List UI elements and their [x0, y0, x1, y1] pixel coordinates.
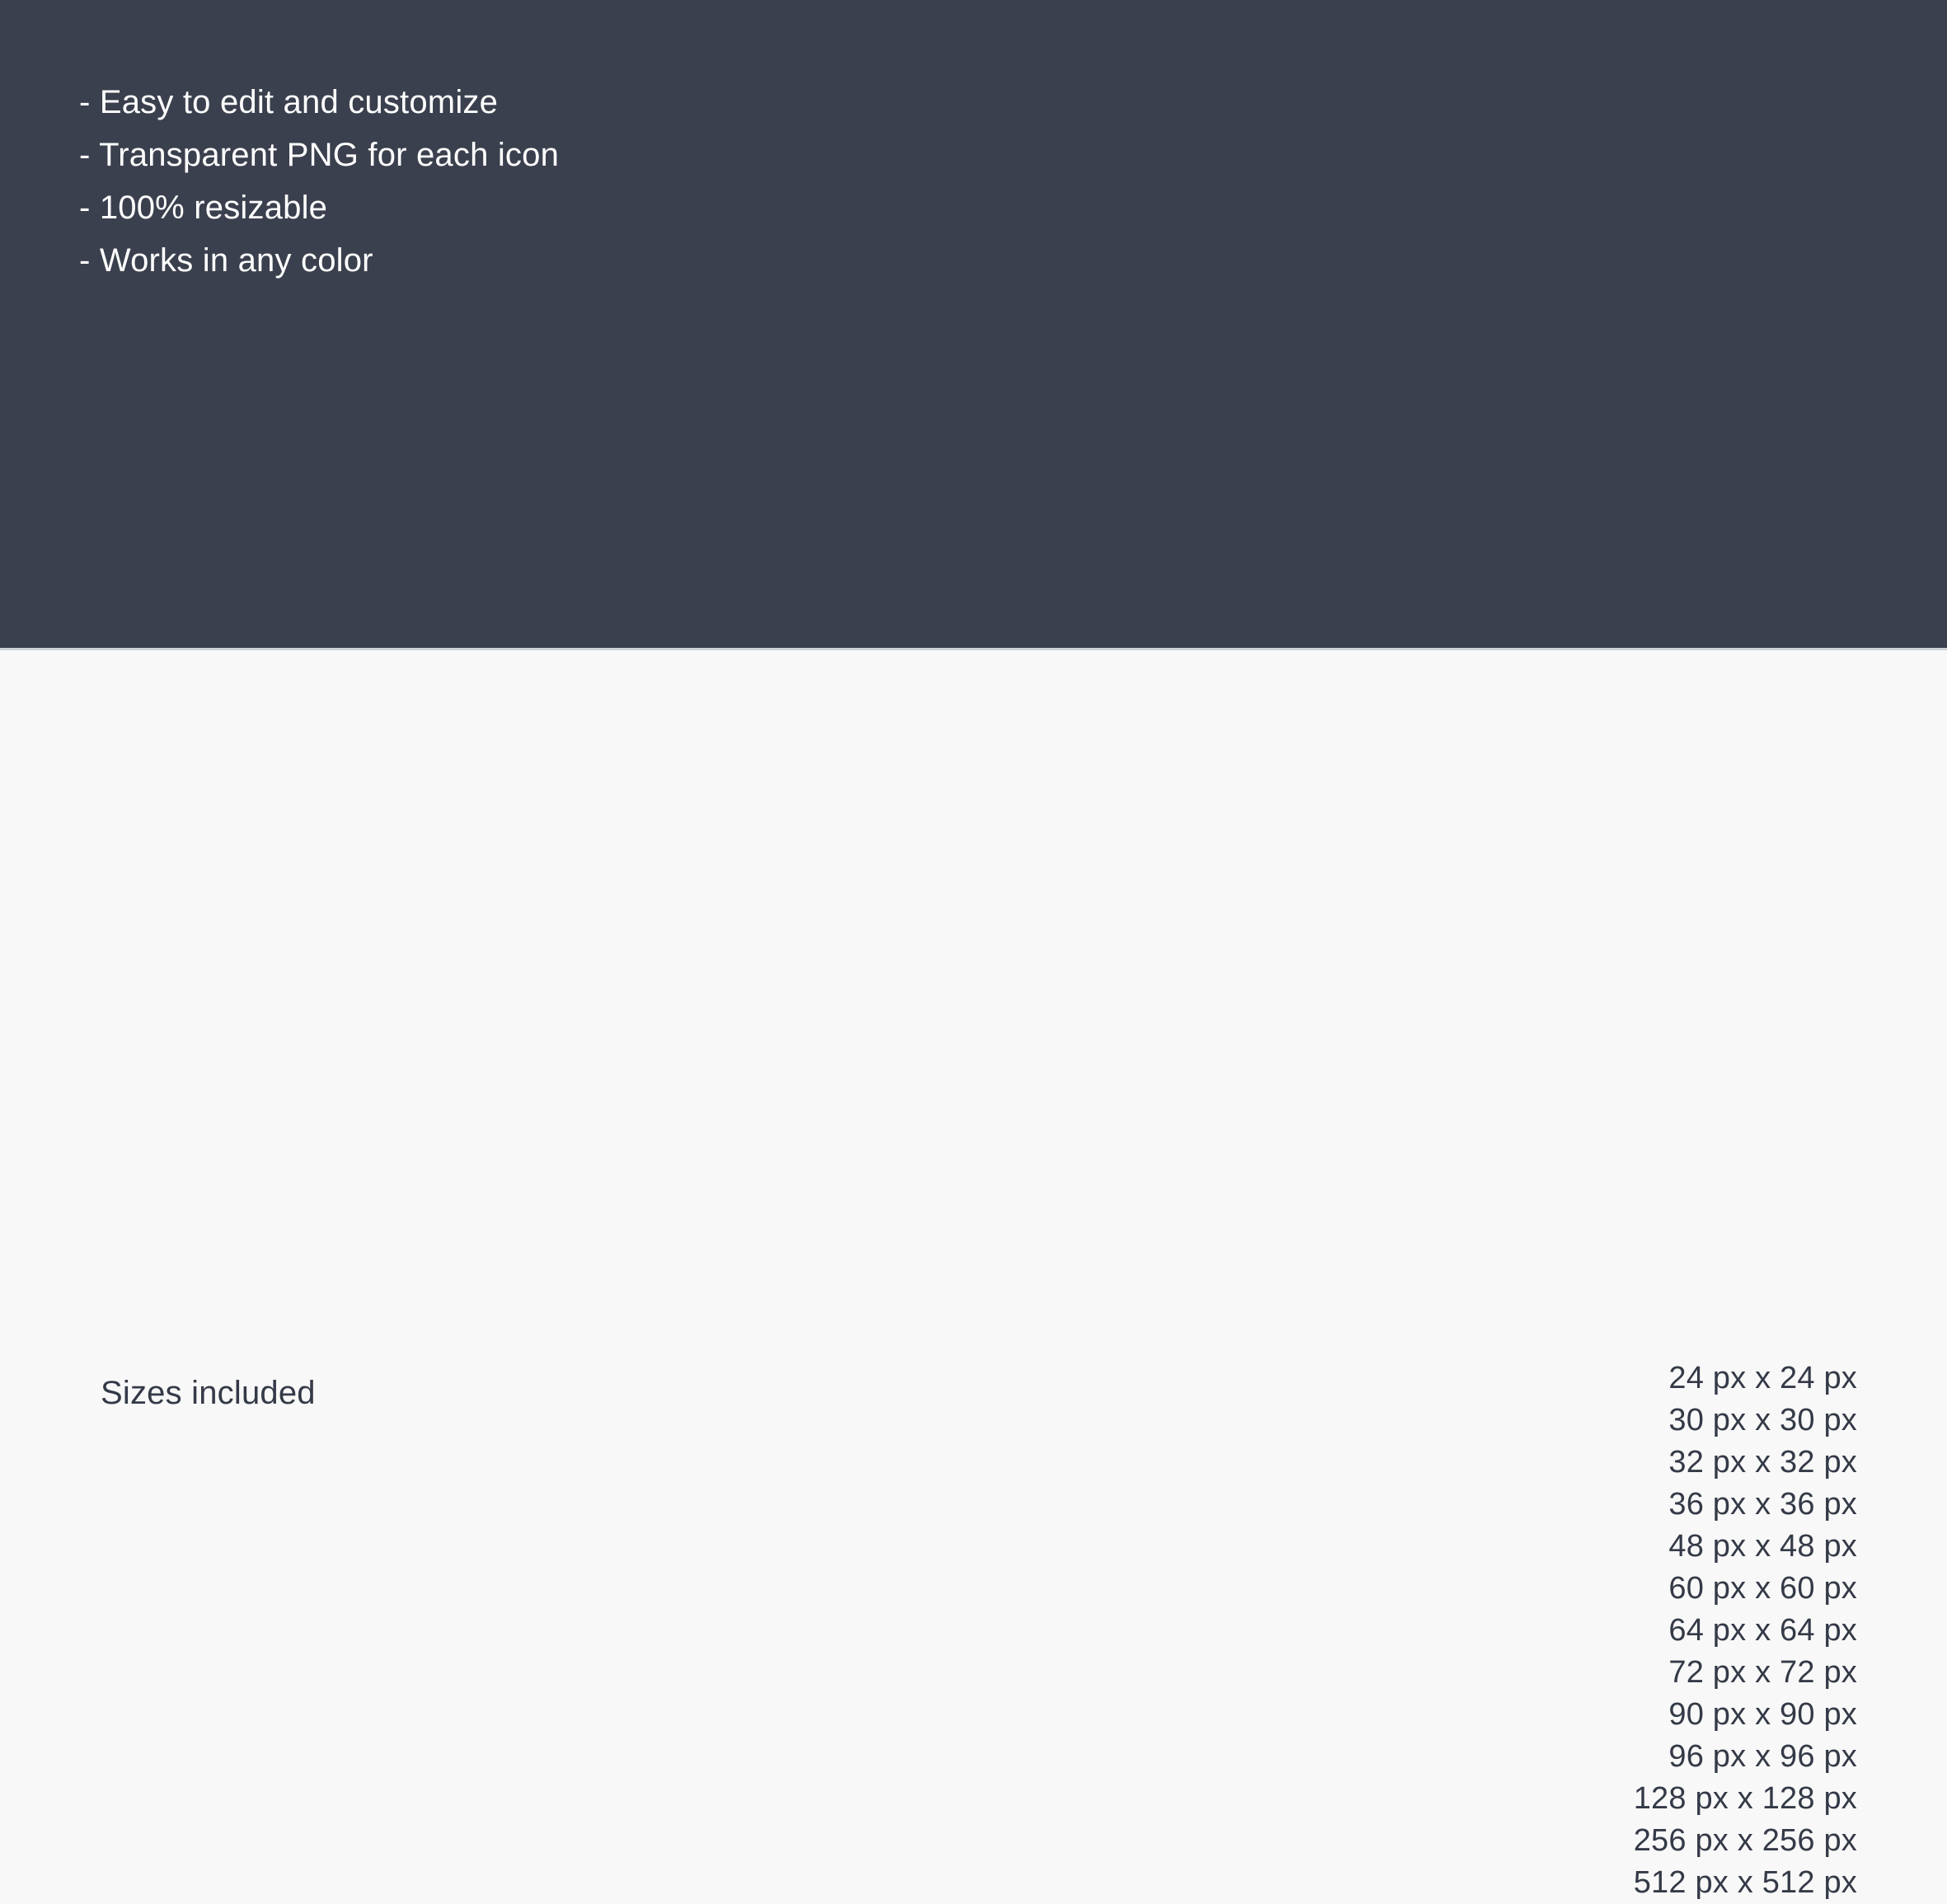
size-list-item: 90 px x 90 px: [1668, 1697, 1857, 1732]
feature-list-item: - Transparent PNG for each icon: [79, 137, 560, 173]
feature-panel: - Easy to edit and customize - Transpare…: [0, 0, 1947, 648]
size-list-item: 36 px x 36 px: [1668, 1487, 1857, 1522]
size-list-item: 96 px x 96 px: [1668, 1739, 1857, 1774]
size-list-item: 60 px x 60 px: [1668, 1571, 1857, 1606]
feature-list: - Easy to edit and customize - Transpare…: [79, 76, 559, 287]
sizes-panel: Sizes included 24 px x 24 px 30 px x 30 …: [0, 650, 1947, 1900]
sizes-included-heading: Sizes included: [101, 1375, 316, 1412]
size-list-item: 64 px x 64 px: [1668, 1613, 1857, 1648]
size-list-item: 24 px x 24 px: [1668, 1361, 1857, 1395]
size-list-item: 30 px x 30 px: [1668, 1403, 1857, 1437]
sizes-list: 24 px x 24 px 30 px x 30 px 32 px x 32 p…: [1634, 1358, 1857, 1904]
size-list-item: 128 px x 128 px: [1633, 1781, 1857, 1816]
feature-list-item: - 100% resizable: [79, 190, 328, 226]
size-list-item: 256 px x 256 px: [1633, 1823, 1857, 1858]
size-list-item: 72 px x 72 px: [1668, 1655, 1857, 1690]
size-list-item: 32 px x 32 px: [1668, 1445, 1857, 1480]
size-list-item: 512 px x 512 px: [1633, 1865, 1857, 1900]
feature-list-item: - Easy to edit and customize: [79, 84, 499, 120]
size-list-item: 48 px x 48 px: [1668, 1529, 1857, 1564]
product-info-slide: - Easy to edit and customize - Transpare…: [0, 0, 1947, 1900]
feature-list-item: - Works in any color: [79, 242, 373, 279]
